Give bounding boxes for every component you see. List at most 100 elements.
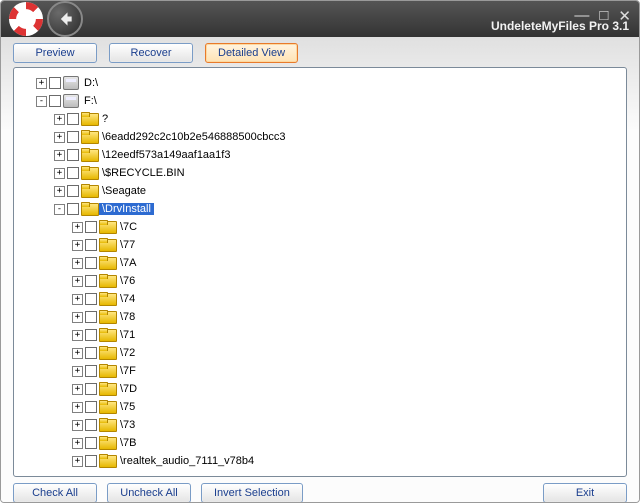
expand-icon[interactable]: +: [54, 132, 65, 143]
expand-icon[interactable]: +: [54, 150, 65, 161]
tree-checkbox[interactable]: [67, 203, 79, 215]
tree-label[interactable]: \realtek_audio_7111_v78b4: [117, 455, 257, 467]
expand-icon[interactable]: +: [54, 186, 65, 197]
tree-checkbox[interactable]: [85, 257, 97, 269]
tree-label[interactable]: D:\: [81, 77, 101, 89]
expand-icon[interactable]: +: [72, 240, 83, 251]
tree-node: + \7A: [72, 254, 622, 272]
tree-checkbox[interactable]: [67, 185, 79, 197]
tree-node: + \76: [72, 272, 622, 290]
tree-label[interactable]: \7B: [117, 437, 140, 449]
expand-icon[interactable]: +: [72, 384, 83, 395]
expand-icon[interactable]: +: [72, 438, 83, 449]
tree-node: + \7B: [72, 434, 622, 452]
bottom-toolbar: Check All Uncheck All Invert Selection E…: [13, 483, 627, 503]
tree-checkbox[interactable]: [85, 419, 97, 431]
folder-icon: [99, 292, 115, 306]
tree-label[interactable]: \Seagate: [99, 185, 149, 197]
exit-button[interactable]: Exit: [543, 483, 627, 503]
tree-checkbox[interactable]: [85, 239, 97, 251]
detailed-view-button[interactable]: Detailed View: [205, 43, 298, 63]
tree-label[interactable]: \7A: [117, 257, 140, 269]
tree-label[interactable]: \7D: [117, 383, 140, 395]
check-all-button[interactable]: Check All: [13, 483, 97, 503]
invert-selection-button[interactable]: Invert Selection: [201, 483, 303, 503]
tree-node: + \74: [72, 290, 622, 308]
tree-label[interactable]: \12eedf573a149aaf1aa1f3: [99, 149, 233, 161]
tree-checkbox[interactable]: [85, 275, 97, 287]
expand-icon[interactable]: +: [72, 294, 83, 305]
tree-label[interactable]: \73: [117, 419, 138, 431]
back-button[interactable]: [47, 1, 83, 37]
tree-label[interactable]: \76: [117, 275, 138, 287]
tree-label[interactable]: \7F: [117, 365, 139, 377]
tree-checkbox[interactable]: [67, 131, 79, 143]
tree-label[interactable]: ?: [99, 113, 111, 125]
tree-checkbox[interactable]: [85, 311, 97, 323]
collapse-icon[interactable]: -: [54, 204, 65, 215]
tree-checkbox[interactable]: [85, 221, 97, 233]
expand-icon[interactable]: +: [72, 420, 83, 431]
tree-label[interactable]: \7C: [117, 221, 140, 233]
tree-node: + \78: [72, 308, 622, 326]
expand-icon[interactable]: +: [72, 330, 83, 341]
tree-node: + ?: [54, 110, 622, 128]
tree-checkbox[interactable]: [49, 77, 61, 89]
tree-label[interactable]: F:\: [81, 95, 100, 107]
tree-checkbox[interactable]: [67, 167, 79, 179]
expand-icon[interactable]: +: [72, 402, 83, 413]
recover-button[interactable]: Recover: [109, 43, 193, 63]
app-window: — □ ✕ UndeleteMyFiles Pro 3.1 Preview Re…: [0, 0, 640, 503]
tree-node-drive-f: - F:\ + ? +: [36, 92, 622, 470]
tree-checkbox[interactable]: [85, 329, 97, 341]
tree-label[interactable]: \6eadd292c2c10b2e546888500cbcc3: [99, 131, 289, 143]
tree-label[interactable]: \78: [117, 311, 138, 323]
tree-label-selected[interactable]: \DrvInstall: [99, 203, 154, 215]
uncheck-all-button[interactable]: Uncheck All: [107, 483, 191, 503]
expand-icon[interactable]: +: [72, 366, 83, 377]
drive-icon: [63, 76, 79, 90]
expand-icon[interactable]: +: [72, 312, 83, 323]
tree-node: + \7F: [72, 362, 622, 380]
tree-checkbox[interactable]: [85, 383, 97, 395]
file-tree[interactable]: + D:\ - F:\ +: [13, 67, 627, 477]
tree-checkbox[interactable]: [85, 293, 97, 305]
tree-checkbox[interactable]: [85, 365, 97, 377]
tree-node-drive-d: + D:\: [36, 74, 622, 92]
collapse-icon[interactable]: -: [36, 96, 47, 107]
titlebar: — □ ✕ UndeleteMyFiles Pro 3.1: [1, 1, 639, 37]
tree-node: + \7D: [72, 380, 622, 398]
expand-icon[interactable]: +: [54, 114, 65, 125]
expand-icon[interactable]: +: [36, 78, 47, 89]
tree-checkbox[interactable]: [67, 149, 79, 161]
tree-label[interactable]: \72: [117, 347, 138, 359]
tree-label[interactable]: \71: [117, 329, 138, 341]
tree-node: + \75: [72, 398, 622, 416]
tree-checkbox[interactable]: [85, 347, 97, 359]
folder-icon: [99, 454, 115, 468]
expand-icon[interactable]: +: [72, 276, 83, 287]
tree-label[interactable]: \$RECYCLE.BIN: [99, 167, 188, 179]
tree-checkbox[interactable]: [85, 401, 97, 413]
tree-label[interactable]: \75: [117, 401, 138, 413]
folder-icon: [99, 256, 115, 270]
folder-icon: [81, 112, 97, 126]
expand-icon[interactable]: +: [72, 222, 83, 233]
tree-label[interactable]: \77: [117, 239, 138, 251]
folder-icon: [99, 328, 115, 342]
expand-icon[interactable]: +: [72, 258, 83, 269]
folder-icon: [81, 166, 97, 180]
tree-label[interactable]: \74: [117, 293, 138, 305]
tree-node: + \77: [72, 236, 622, 254]
tree-checkbox[interactable]: [49, 95, 61, 107]
preview-button[interactable]: Preview: [13, 43, 97, 63]
tree-checkbox[interactable]: [85, 455, 97, 467]
expand-icon[interactable]: +: [72, 456, 83, 467]
tree-checkbox[interactable]: [67, 113, 79, 125]
expand-icon[interactable]: +: [72, 348, 83, 359]
folder-icon: [81, 148, 97, 162]
body: Preview Recover Detailed View + D:\: [1, 37, 639, 503]
folder-icon: [81, 184, 97, 198]
tree-checkbox[interactable]: [85, 437, 97, 449]
expand-icon[interactable]: +: [54, 168, 65, 179]
